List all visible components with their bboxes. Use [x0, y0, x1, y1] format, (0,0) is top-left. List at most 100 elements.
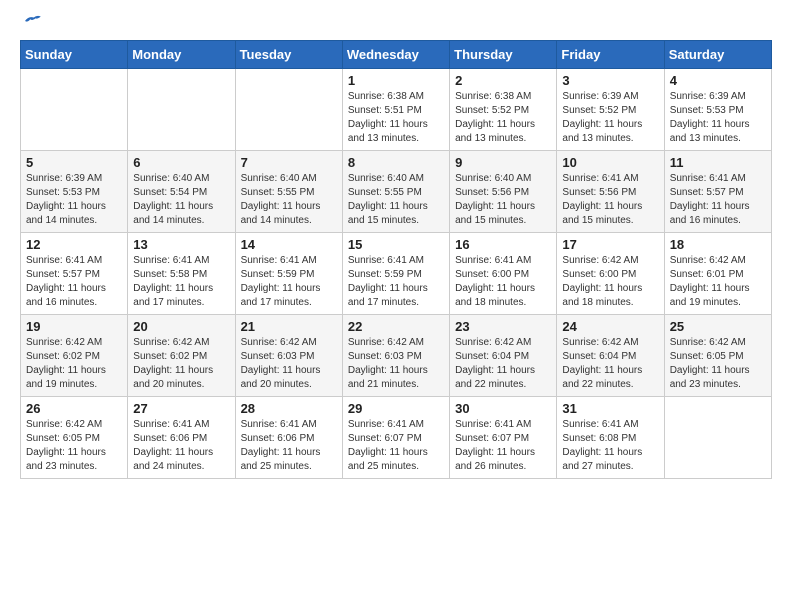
day-number: 27	[133, 401, 229, 416]
day-number: 25	[670, 319, 766, 334]
day-number: 26	[26, 401, 122, 416]
day-number: 1	[348, 73, 444, 88]
day-number: 17	[562, 237, 658, 252]
calendar-cell: 3 Sunrise: 6:39 AM Sunset: 5:52 PM Daylig…	[557, 69, 664, 151]
calendar-cell: 24Sunrise: 6:42 AM Sunset: 6:04 PM Dayli…	[557, 315, 664, 397]
day-number: 21	[241, 319, 337, 334]
calendar-cell: 30 Sunrise: 6:41 AM Sunset: 6:07 PM Dayli…	[450, 397, 557, 479]
calendar-cell: 10Sunrise: 6:41 AM Sunset: 5:56 PM Dayli…	[557, 151, 664, 233]
calendar-week-row: 12 Sunrise: 6:41 AM Sunset: 5:57 PM Dayli…	[21, 233, 772, 315]
calendar-cell: 17 Sunrise: 6:42 AM Sunset: 6:00 PM Dayli…	[557, 233, 664, 315]
day-number: 16	[455, 237, 551, 252]
calendar-cell: 18Sunrise: 6:42 AM Sunset: 6:01 PM Dayli…	[664, 233, 771, 315]
day-info: Sunrise: 6:41 AM Sunset: 5:58 PM Dayligh…	[133, 254, 229, 310]
day-number: 14	[241, 237, 337, 252]
day-number: 15	[348, 237, 444, 252]
day-info: Sunrise: 6:41 AM Sunset: 5:59 PM Dayligh…	[241, 254, 337, 310]
day-info: Sunrise: 6:40 AM Sunset: 5:55 PM Dayligh…	[348, 172, 444, 228]
calendar-cell: 27 Sunrise: 6:41 AM Sunset: 6:06 PM Dayli…	[128, 397, 235, 479]
calendar-header-tuesday: Tuesday	[235, 41, 342, 69]
calendar-cell: 14 Sunrise: 6:41 AM Sunset: 5:59 PM Dayli…	[235, 233, 342, 315]
day-info: Sunrise: 6:41 AM Sunset: 6:06 PM Dayligh…	[133, 418, 229, 474]
calendar-header-sunday: Sunday	[21, 41, 128, 69]
calendar-week-row: 19Sunrise: 6:42 AM Sunset: 6:02 PM Dayli…	[21, 315, 772, 397]
day-number: 19	[26, 319, 122, 334]
header	[20, 16, 772, 28]
calendar-header-thursday: Thursday	[450, 41, 557, 69]
day-info: Sunrise: 6:41 AM Sunset: 6:07 PM Dayligh…	[455, 418, 551, 474]
calendar-cell: 29 Sunrise: 6:41 AM Sunset: 6:07 PM Dayli…	[342, 397, 449, 479]
calendar-cell: 7 Sunrise: 6:40 AM Sunset: 5:55 PM Daylig…	[235, 151, 342, 233]
calendar-cell	[128, 69, 235, 151]
day-number: 5	[26, 155, 122, 170]
day-info: Sunrise: 6:38 AM Sunset: 5:52 PM Dayligh…	[455, 90, 551, 146]
calendar-header-saturday: Saturday	[664, 41, 771, 69]
day-info: Sunrise: 6:42 AM Sunset: 6:05 PM Dayligh…	[670, 336, 766, 392]
calendar-cell: 25 Sunrise: 6:42 AM Sunset: 6:05 PM Dayli…	[664, 315, 771, 397]
day-number: 28	[241, 401, 337, 416]
day-info: Sunrise: 6:39 AM Sunset: 5:53 PM Dayligh…	[670, 90, 766, 146]
day-info: Sunrise: 6:41 AM Sunset: 5:57 PM Dayligh…	[670, 172, 766, 228]
day-info: Sunrise: 6:42 AM Sunset: 6:00 PM Dayligh…	[562, 254, 658, 310]
day-info: Sunrise: 6:42 AM Sunset: 6:03 PM Dayligh…	[241, 336, 337, 392]
day-number: 24	[562, 319, 658, 334]
logo	[20, 16, 41, 28]
day-number: 3	[562, 73, 658, 88]
calendar-cell: 11 Sunrise: 6:41 AM Sunset: 5:57 PM Dayli…	[664, 151, 771, 233]
calendar-cell: 1 Sunrise: 6:38 AM Sunset: 5:51 PM Daylig…	[342, 69, 449, 151]
calendar-cell: 15 Sunrise: 6:41 AM Sunset: 5:59 PM Dayli…	[342, 233, 449, 315]
day-number: 10	[562, 155, 658, 170]
day-info: Sunrise: 6:41 AM Sunset: 6:07 PM Dayligh…	[348, 418, 444, 474]
day-number: 31	[562, 401, 658, 416]
day-info: Sunrise: 6:39 AM Sunset: 5:52 PM Dayligh…	[562, 90, 658, 146]
calendar-cell: 16Sunrise: 6:41 AM Sunset: 6:00 PM Dayli…	[450, 233, 557, 315]
calendar-cell: 9 Sunrise: 6:40 AM Sunset: 5:56 PM Daylig…	[450, 151, 557, 233]
day-number: 11	[670, 155, 766, 170]
calendar-cell: 8Sunrise: 6:40 AM Sunset: 5:55 PM Daylig…	[342, 151, 449, 233]
day-number: 4	[670, 73, 766, 88]
day-info: Sunrise: 6:41 AM Sunset: 5:59 PM Dayligh…	[348, 254, 444, 310]
day-info: Sunrise: 6:42 AM Sunset: 6:05 PM Dayligh…	[26, 418, 122, 474]
day-number: 13	[133, 237, 229, 252]
day-number: 29	[348, 401, 444, 416]
calendar-header-friday: Friday	[557, 41, 664, 69]
calendar-week-row: 26 Sunrise: 6:42 AM Sunset: 6:05 PM Dayli…	[21, 397, 772, 479]
calendar-cell: 19Sunrise: 6:42 AM Sunset: 6:02 PM Dayli…	[21, 315, 128, 397]
calendar-cell: 6 Sunrise: 6:40 AM Sunset: 5:54 PM Daylig…	[128, 151, 235, 233]
day-number: 23	[455, 319, 551, 334]
calendar-cell: 5Sunrise: 6:39 AM Sunset: 5:53 PM Daylig…	[21, 151, 128, 233]
day-number: 2	[455, 73, 551, 88]
day-info: Sunrise: 6:42 AM Sunset: 6:04 PM Dayligh…	[455, 336, 551, 392]
calendar-cell	[235, 69, 342, 151]
calendar-cell: 4 Sunrise: 6:39 AM Sunset: 5:53 PM Daylig…	[664, 69, 771, 151]
calendar-cell: 26 Sunrise: 6:42 AM Sunset: 6:05 PM Dayli…	[21, 397, 128, 479]
day-number: 30	[455, 401, 551, 416]
day-info: Sunrise: 6:41 AM Sunset: 6:06 PM Dayligh…	[241, 418, 337, 474]
day-info: Sunrise: 6:38 AM Sunset: 5:51 PM Dayligh…	[348, 90, 444, 146]
calendar-cell	[21, 69, 128, 151]
day-number: 6	[133, 155, 229, 170]
day-info: Sunrise: 6:40 AM Sunset: 5:54 PM Dayligh…	[133, 172, 229, 228]
day-info: Sunrise: 6:40 AM Sunset: 5:56 PM Dayligh…	[455, 172, 551, 228]
day-info: Sunrise: 6:41 AM Sunset: 6:08 PM Dayligh…	[562, 418, 658, 474]
calendar-cell: 20Sunrise: 6:42 AM Sunset: 6:02 PM Dayli…	[128, 315, 235, 397]
calendar-header-row: SundayMondayTuesdayWednesdayThursdayFrid…	[21, 41, 772, 69]
day-info: Sunrise: 6:41 AM Sunset: 5:57 PM Dayligh…	[26, 254, 122, 310]
calendar-cell: 13 Sunrise: 6:41 AM Sunset: 5:58 PM Dayli…	[128, 233, 235, 315]
calendar-cell: 22Sunrise: 6:42 AM Sunset: 6:03 PM Dayli…	[342, 315, 449, 397]
calendar-cell: 21 Sunrise: 6:42 AM Sunset: 6:03 PM Dayli…	[235, 315, 342, 397]
calendar-cell: 2 Sunrise: 6:38 AM Sunset: 5:52 PM Daylig…	[450, 69, 557, 151]
calendar-table: SundayMondayTuesdayWednesdayThursdayFrid…	[20, 40, 772, 479]
calendar-cell: 23 Sunrise: 6:42 AM Sunset: 6:04 PM Dayli…	[450, 315, 557, 397]
day-info: Sunrise: 6:40 AM Sunset: 5:55 PM Dayligh…	[241, 172, 337, 228]
day-number: 12	[26, 237, 122, 252]
page: SundayMondayTuesdayWednesdayThursdayFrid…	[0, 0, 792, 495]
day-info: Sunrise: 6:42 AM Sunset: 6:03 PM Dayligh…	[348, 336, 444, 392]
day-number: 20	[133, 319, 229, 334]
calendar-cell: 28 Sunrise: 6:41 AM Sunset: 6:06 PM Dayli…	[235, 397, 342, 479]
day-number: 7	[241, 155, 337, 170]
calendar-cell: 31 Sunrise: 6:41 AM Sunset: 6:08 PM Dayli…	[557, 397, 664, 479]
day-info: Sunrise: 6:42 AM Sunset: 6:01 PM Dayligh…	[670, 254, 766, 310]
day-number: 9	[455, 155, 551, 170]
calendar-header-wednesday: Wednesday	[342, 41, 449, 69]
